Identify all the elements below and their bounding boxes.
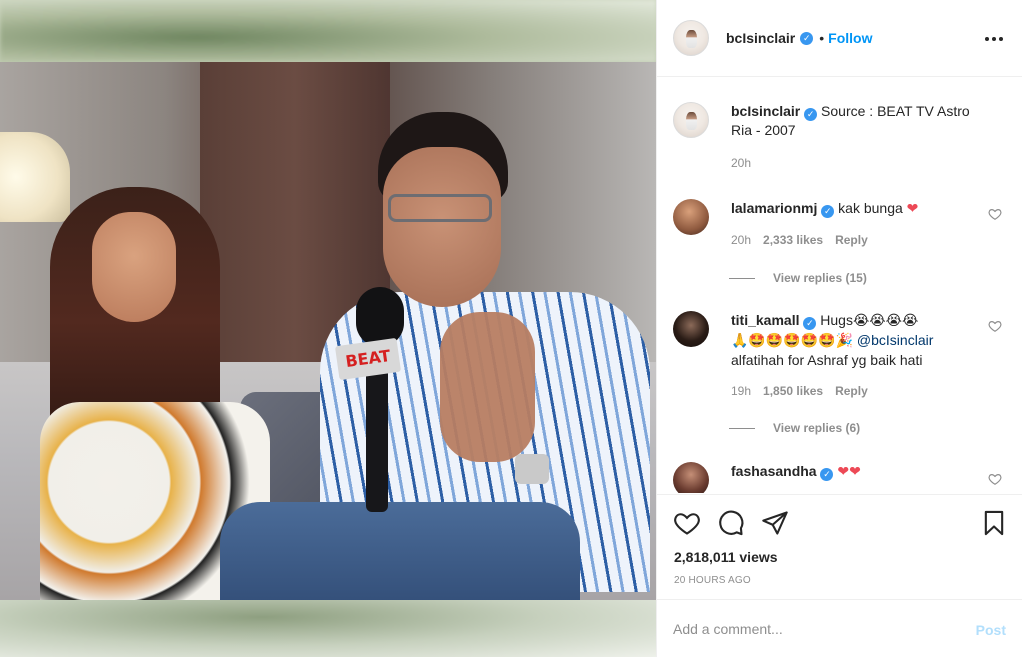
comment-username[interactable]: lalamarionmj [731, 200, 817, 216]
view-count[interactable]: 2,818,011 views [674, 549, 778, 565]
share-send-icon[interactable] [761, 509, 789, 537]
heart-emoji: ❤ [906, 201, 919, 217]
like-comment-heart-icon[interactable] [988, 472, 1002, 486]
reply-button[interactable]: Reply [835, 231, 868, 250]
comment-likes[interactable]: 1,850 likes [763, 382, 823, 401]
video-scene-woman-face [92, 212, 176, 322]
comment-text: kak bunga [838, 200, 903, 216]
verified-badge-icon: ✓ [821, 205, 835, 218]
view-replies-label: View replies (6) [773, 421, 861, 435]
caption-username[interactable]: bcIsinclair [731, 103, 800, 119]
more-options-icon[interactable] [982, 27, 1006, 51]
verified-badge-icon: ✓ [803, 317, 817, 330]
video-frame[interactable]: BEAT [0, 62, 656, 600]
comment-age[interactable]: 19h [731, 382, 751, 401]
comment-username[interactable]: titi_kamall [731, 312, 799, 328]
video-scene-lamp [0, 132, 70, 222]
view-replies-button[interactable]: View replies (15) [729, 271, 867, 285]
comments-list[interactable]: bcIsinclair ✓ Source : BEAT TV Astro Ria… [657, 78, 1022, 493]
save-bookmark-icon[interactable] [980, 509, 1008, 537]
heart-emoji: ❤❤ [837, 464, 861, 480]
commenter-avatar[interactable] [673, 311, 709, 347]
view-replies-label: View replies (15) [773, 271, 867, 285]
post-actions: 2,818,011 views 20 HOURS AGO [657, 494, 1022, 599]
comment-age[interactable]: 20h [731, 231, 751, 250]
view-replies-button[interactable]: View replies (6) [729, 421, 860, 435]
post-comment-button[interactable]: Post [976, 622, 1006, 638]
like-comment-heart-icon[interactable] [988, 207, 1002, 221]
video-scene-watch [515, 454, 549, 484]
verified-badge-icon: ✓ [804, 108, 818, 121]
caption-age[interactable]: 20h [731, 154, 751, 173]
video-blur-background-top [0, 0, 656, 62]
post-timestamp[interactable]: 20 HOURS AGO [674, 575, 751, 586]
comment-username[interactable]: fashasandha [731, 463, 817, 479]
commenter-avatar[interactable] [673, 462, 709, 493]
comment-bubble-icon[interactable] [717, 509, 745, 537]
video-scene-glasses [388, 194, 492, 222]
video-scene-man-face [383, 147, 501, 307]
crying-emoji-group: 😭😭😭😭 [852, 313, 919, 329]
emoji-group: 🙏🤩🤩🤩🤩🤩🎉 [731, 333, 854, 349]
follow-button[interactable]: Follow [828, 30, 872, 46]
comment-item: titi_kamall ✓ Hugs😭😭😭😭 🙏🤩🤩🤩🤩🤩🎉 @bcIsincl… [673, 311, 1008, 401]
like-heart-icon[interactable] [673, 509, 701, 537]
post-side-panel: bcIsinclair ✓ • Follow bcIsinclair ✓ Sou… [656, 0, 1022, 657]
video-blur-background-bottom [0, 600, 656, 657]
add-comment-section: Post [657, 599, 1022, 657]
verified-badge-icon: ✓ [800, 31, 814, 45]
verified-badge-icon: ✓ [820, 468, 834, 481]
comment-text: Hugs [820, 312, 853, 328]
comment-input[interactable] [673, 618, 953, 640]
header-separator: • [819, 30, 825, 46]
post-media[interactable]: BEAT [0, 0, 656, 657]
owner-avatar[interactable] [673, 20, 709, 56]
video-scene-mic-head [356, 287, 404, 347]
comment-likes[interactable]: 2,333 likes [763, 231, 823, 250]
comment-item: fashasandha ✓ ❤❤ [673, 462, 1008, 493]
reply-button[interactable]: Reply [835, 382, 868, 401]
caption-item: bcIsinclair ✓ Source : BEAT TV Astro Ria… [673, 102, 1008, 173]
video-scene-hand [440, 312, 535, 462]
post-header: bcIsinclair ✓ • Follow [657, 0, 1022, 77]
comment-mention-link[interactable]: @bcIsinclair [857, 332, 933, 348]
comment-text: alfatihah for Ashraf yg baik hati [731, 352, 923, 368]
owner-username[interactable]: bcIsinclair [726, 30, 795, 46]
commenter-avatar[interactable] [673, 199, 709, 235]
comment-item: lalamarionmj ✓ kak bunga ❤ 20h 2,333 lik… [673, 199, 1008, 250]
caption-owner-avatar[interactable] [673, 102, 709, 138]
like-comment-heart-icon[interactable] [988, 319, 1002, 333]
video-scene-man-jeans [220, 502, 580, 600]
